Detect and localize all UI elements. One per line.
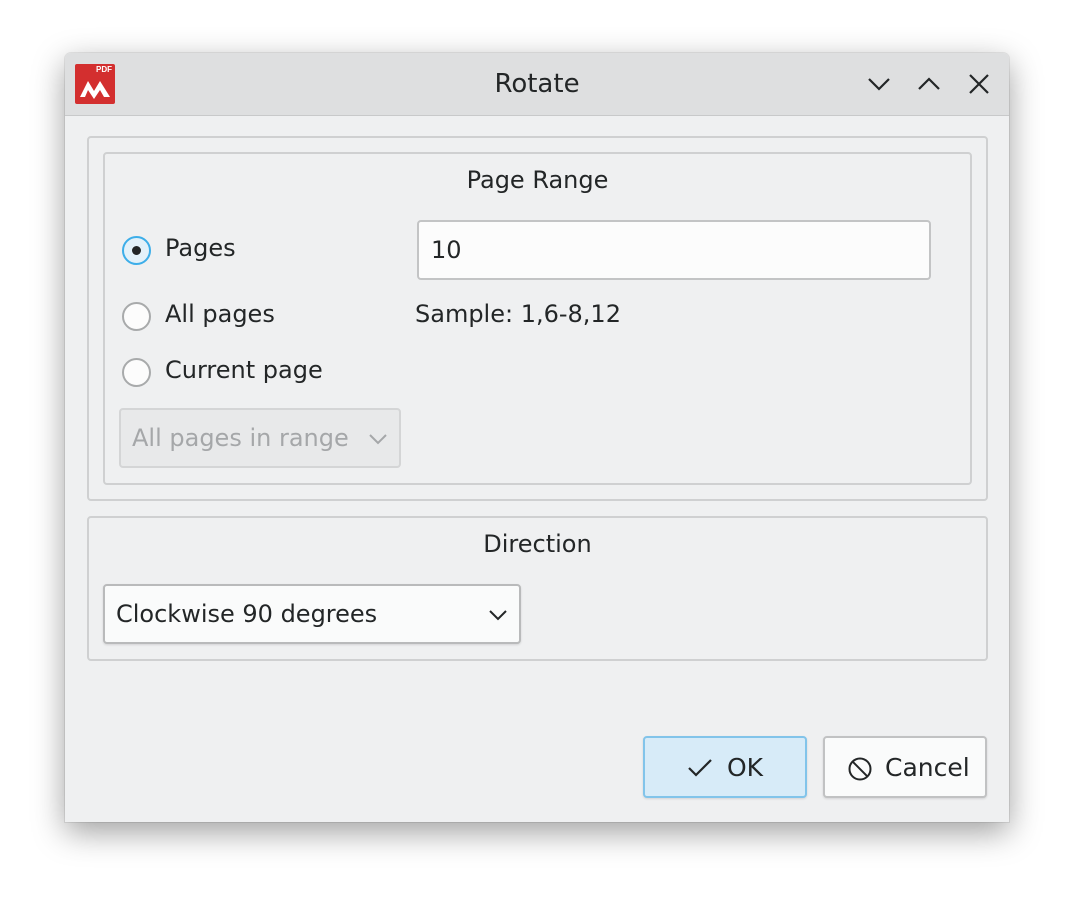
minimize-icon [868, 78, 890, 91]
app-logo-text: PDF [96, 65, 112, 74]
page-subset-combo-value: All pages in range [132, 424, 349, 452]
close-button[interactable] [964, 69, 994, 99]
title-bar[interactable]: Rotate PDF [65, 53, 1009, 116]
current-page-radio-label[interactable]: Current page [165, 356, 323, 384]
cancel-circle-icon [848, 757, 872, 781]
rotate-dialog: Rotate PDF Page Range Pages 10 All pages… [65, 53, 1009, 822]
cancel-button-label: Cancel [885, 753, 970, 782]
direction-title: Direction [483, 530, 592, 558]
cancel-button[interactable]: Cancel [823, 736, 987, 798]
direction-combo-value: Clockwise 90 degrees [116, 600, 378, 628]
pages-input[interactable] [417, 220, 931, 280]
maximize-icon [918, 77, 940, 90]
maximize-button[interactable] [914, 69, 944, 99]
pages-radio[interactable] [122, 236, 151, 265]
all-pages-radio-label[interactable]: All pages [165, 300, 275, 328]
ok-button[interactable]: OK [643, 736, 807, 798]
current-page-radio[interactable] [122, 358, 151, 387]
ok-button-label: OK [727, 753, 764, 782]
chevron-down-icon [489, 610, 507, 621]
page-subset-combo[interactable]: All pages in range [119, 408, 401, 468]
page-range-title: Page Range [466, 166, 609, 194]
minimize-button[interactable] [864, 69, 894, 99]
pdf-app-logo-icon: PDF [75, 64, 115, 104]
close-icon [969, 74, 989, 94]
pages-radio-label[interactable]: Pages [165, 234, 236, 262]
direction-combo[interactable]: Clockwise 90 degrees [103, 584, 521, 644]
chevron-down-icon [369, 434, 387, 445]
sample-hint: Sample: 1,6-8,12 [415, 300, 621, 328]
checkmark-icon [688, 759, 712, 777]
all-pages-radio[interactable] [122, 302, 151, 331]
